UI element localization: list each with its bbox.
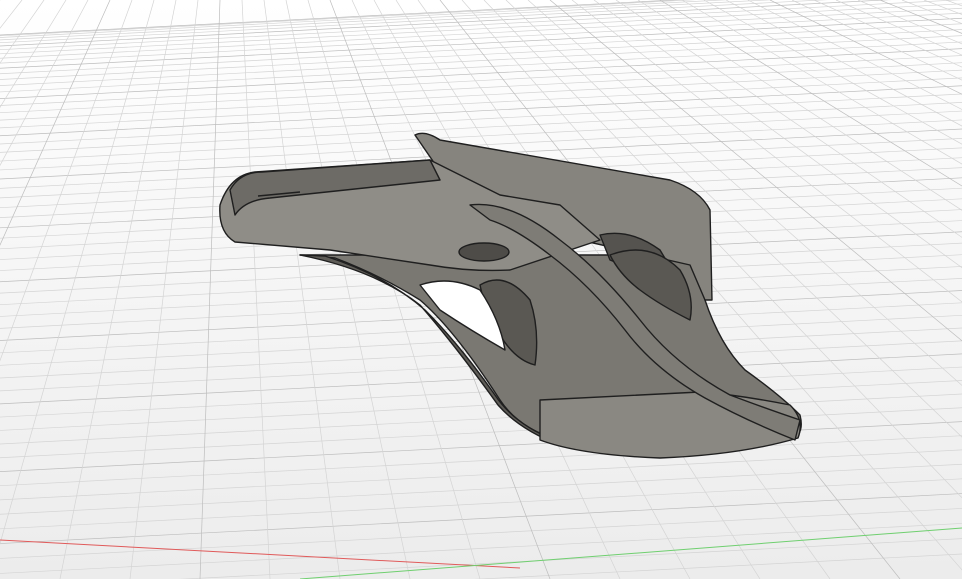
grid-line [0,393,962,445]
grid-line [0,0,962,51]
grid-line [129,0,199,579]
grid-line [263,0,341,579]
grid-line [285,0,411,579]
grid-line [474,553,962,579]
grid-line [681,0,962,165]
grid-line [199,0,221,579]
grid-line [0,48,962,99]
grid-line [0,421,962,472]
grid-line [0,0,67,109]
grid-line [0,463,962,515]
grid-line [178,538,962,579]
grid-line [0,435,962,487]
viewport-canvas[interactable] [0,0,962,579]
grid-line [747,0,962,110]
grid-line [0,69,962,121]
grid-line [879,0,962,34]
grid-line [0,12,962,64]
grid-line [945,0,962,7]
grid-line [0,41,962,93]
mount-hole[interactable] [458,242,510,262]
grid-line [241,0,271,579]
grid-line [0,0,23,29]
grid-line [0,508,962,559]
3d-viewport[interactable] [0,0,962,579]
grid-line [769,0,962,95]
grid-line [59,0,177,579]
grid-line [0,85,962,137]
x-axis [0,539,521,569]
grid-line [901,0,962,25]
grid-line [0,77,962,129]
grid-line [0,407,962,459]
grid-line [725,0,962,127]
grid-line [0,62,962,114]
grid-line [0,55,962,106]
grid-line [0,0,729,38]
grid-line [0,29,962,80]
grid-line [0,478,962,530]
grid-line [0,0,155,545]
grid-line [0,0,45,64]
grid-line [0,3,962,55]
cad-model[interactable] [219,132,802,459]
grid-line [0,493,962,544]
